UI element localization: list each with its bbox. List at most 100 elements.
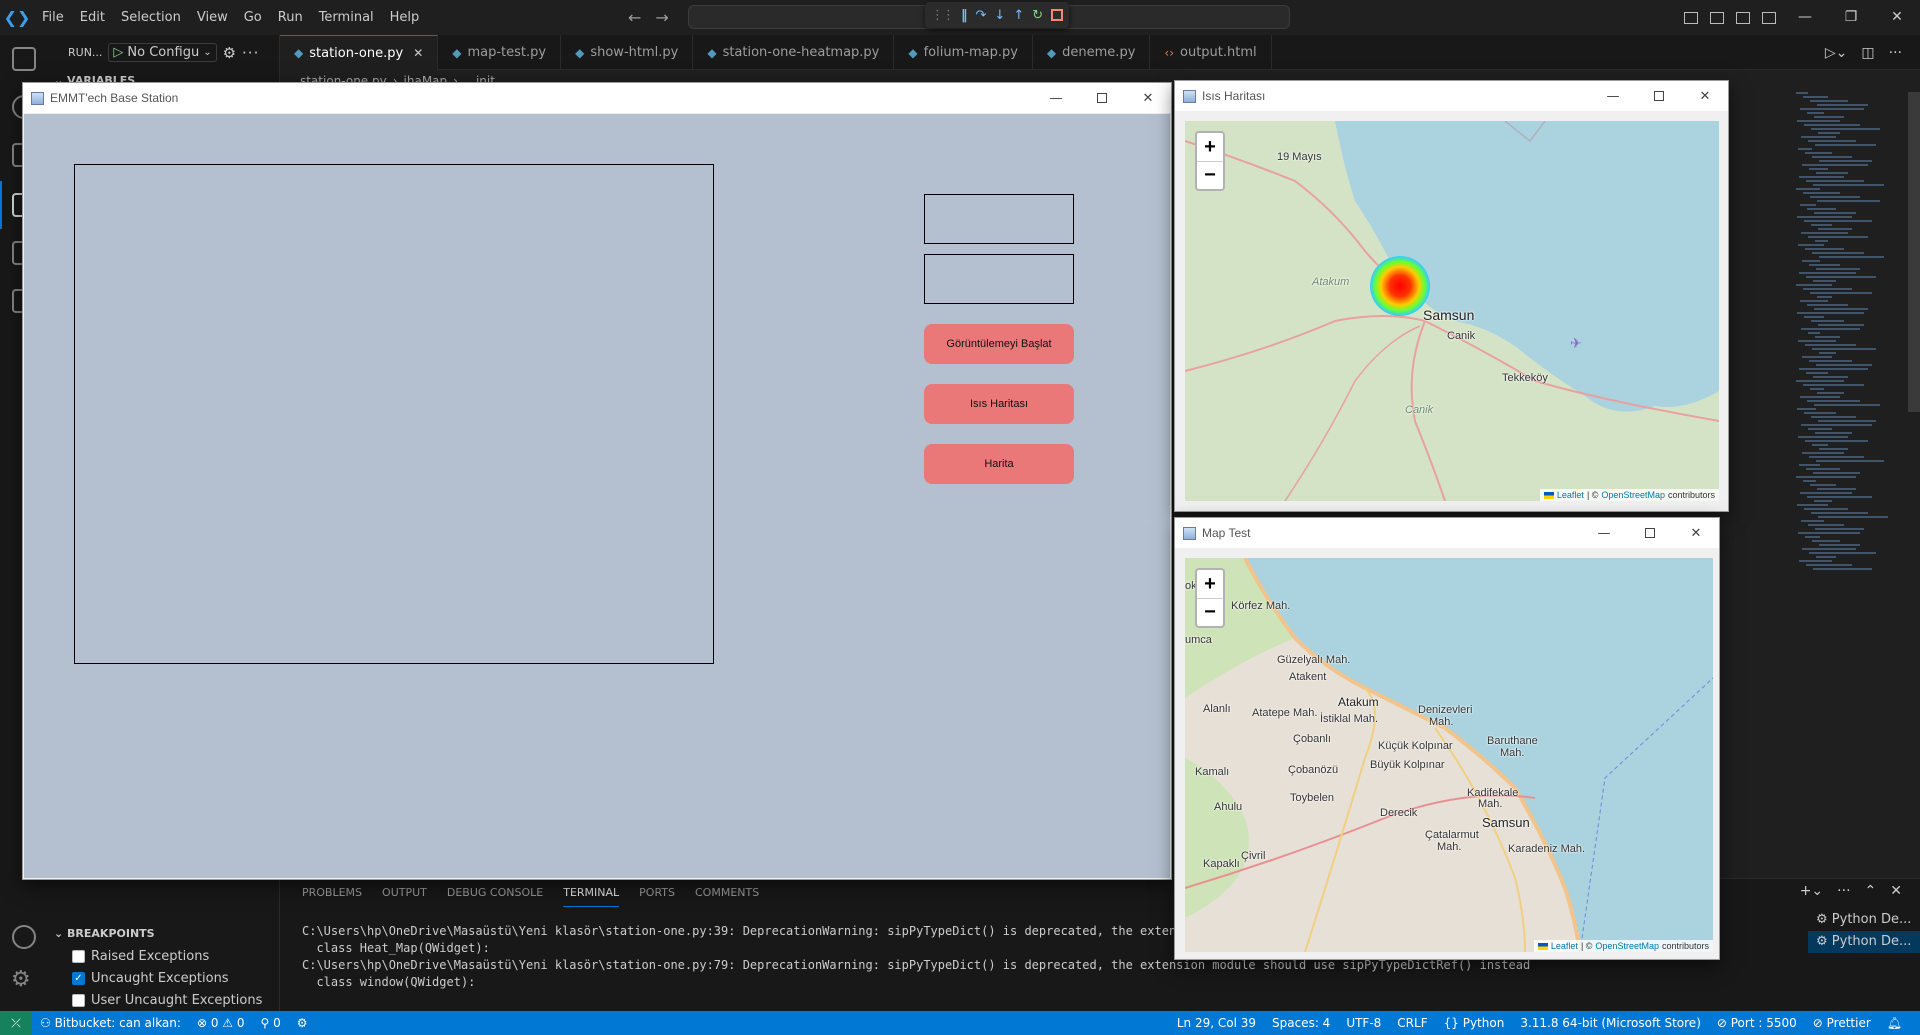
maximize-icon[interactable] — [1627, 518, 1673, 548]
tab-output[interactable]: OUTPUT — [382, 879, 427, 907]
window-titlebar[interactable]: EMMT'ech Base Station — ✕ — [23, 83, 1171, 113]
input-field-1[interactable] — [924, 194, 1074, 244]
tab-problems[interactable]: PROBLEMS — [302, 879, 362, 907]
settings-gear-icon[interactable]: ⚙ — [11, 968, 31, 992]
tab-ports[interactable]: PORTS — [639, 879, 675, 907]
menu-view[interactable]: View — [189, 0, 236, 35]
split-editor-icon[interactable]: ◫ — [1861, 45, 1874, 61]
close-icon[interactable]: ✕ — [1673, 518, 1719, 548]
osm-link[interactable]: OpenStreetMap — [1601, 490, 1665, 500]
minimap[interactable] — [1790, 92, 1900, 592]
explorer-icon[interactable] — [12, 47, 36, 71]
indentation[interactable]: Spaces: 4 — [1264, 1016, 1338, 1030]
tab-comments[interactable]: COMMENTS — [695, 879, 759, 907]
heatmap-map[interactable]: 19 Mayıs Atakum Samsun Canik Tekkeköy Ca… — [1185, 121, 1719, 501]
live-server-port[interactable]: ⊘ Port : 5500 — [1709, 1016, 1805, 1030]
menu-run[interactable]: Run — [270, 0, 311, 35]
menu-help[interactable]: Help — [382, 0, 428, 35]
drag-grip-icon[interactable]: ⋮⋮ — [931, 8, 955, 23]
minimize-icon[interactable]: — — [1782, 0, 1828, 35]
language-mode[interactable]: {} Python — [1436, 1016, 1513, 1030]
editor-scrollbar[interactable] — [1908, 92, 1920, 412]
more-actions-icon[interactable]: ··· — [242, 44, 259, 62]
leaflet-link[interactable]: Leaflet — [1551, 941, 1578, 951]
encoding[interactable]: UTF-8 — [1338, 1016, 1389, 1030]
maximize-icon[interactable] — [1636, 81, 1682, 111]
zoom-out-button[interactable]: − — [1197, 598, 1223, 626]
stop-icon[interactable] — [1051, 9, 1064, 21]
python-interpreter[interactable]: 3.11.8 64-bit (Microsoft Store) — [1512, 1016, 1709, 1030]
breakpoints-section-header[interactable]: ⌄ BREAKPOINTS — [48, 923, 280, 945]
more-actions-icon[interactable]: ··· — [1837, 883, 1850, 899]
tab-debug-console[interactable]: DEBUG CONSOLE — [447, 879, 543, 907]
close-icon[interactable]: ✕ — [1125, 83, 1171, 113]
debug-status-icon[interactable]: ⚙ — [289, 1016, 316, 1030]
terminal-instance[interactable]: ⚙ Python De... — [1808, 931, 1920, 953]
problems-status[interactable]: ⊗ 0 ⚠ 0 — [189, 1016, 253, 1030]
start-imaging-button[interactable]: Görüntülemeyi Başlat — [924, 324, 1074, 364]
minimize-icon[interactable]: — — [1581, 518, 1627, 548]
restore-icon[interactable]: ❐ — [1828, 0, 1874, 35]
maximize-panel-icon[interactable]: ⌃ — [1865, 883, 1877, 899]
cursor-position[interactable]: Ln 29, Col 39 — [1169, 1016, 1264, 1030]
menu-terminal[interactable]: Terminal — [311, 0, 382, 35]
zoom-in-button[interactable]: + — [1197, 133, 1223, 161]
notifications-bell-icon[interactable]: 🔔︎ — [1879, 1016, 1910, 1030]
tab-station-one[interactable]: ◆ station-one.py ✕ — [280, 35, 439, 70]
pause-icon[interactable]: ‖ — [961, 8, 968, 23]
terminal-instance[interactable]: ⚙ Python De... — [1808, 909, 1920, 931]
tab-show-html[interactable]: ◆ show-html.py — [561, 35, 694, 70]
toggle-secondary-sidebar-icon[interactable] — [1736, 11, 1750, 24]
input-field-2[interactable] — [924, 254, 1074, 304]
tab-folium-map[interactable]: ◆ folium-map.py — [894, 35, 1033, 70]
breakpoint-row[interactable]: ✓ Uncaught Exceptions — [48, 967, 280, 989]
step-out-icon[interactable]: ↑ — [1013, 8, 1024, 23]
close-icon[interactable]: ✕ — [1682, 81, 1728, 111]
ports-status[interactable]: ⚲ 0 — [253, 1016, 289, 1030]
zoom-in-button[interactable]: + — [1197, 570, 1223, 598]
more-actions-icon[interactable]: ··· — [1889, 45, 1902, 61]
minimize-icon[interactable]: — — [1590, 81, 1636, 111]
map-test-map[interactable]: Körfez Mah. umca ok Güzelyalı Mah. Atake… — [1185, 558, 1713, 952]
forward-arrow-icon[interactable]: → — [655, 8, 668, 27]
close-tab-icon[interactable]: ✕ — [413, 46, 423, 60]
play-icon[interactable]: ▷ — [113, 45, 123, 60]
osm-link[interactable]: OpenStreetMap — [1595, 941, 1659, 951]
maximize-icon[interactable] — [1079, 83, 1125, 113]
step-over-icon[interactable]: ↷ — [976, 8, 987, 23]
restart-icon[interactable]: ↻ — [1032, 8, 1043, 23]
account-icon[interactable] — [12, 925, 36, 949]
tab-map-test[interactable]: ◆ map-test.py — [438, 35, 562, 70]
run-file-icon[interactable]: ▷⌄ — [1825, 45, 1848, 61]
breakpoint-row[interactable]: User Uncaught Exceptions — [48, 989, 280, 1011]
menu-file[interactable]: File — [34, 0, 72, 35]
tab-deneme[interactable]: ◆ deneme.py — [1033, 35, 1151, 70]
bitbucket-status[interactable]: ⚇ Bitbucket: can alkan: — [32, 1016, 189, 1030]
back-arrow-icon[interactable]: ← — [628, 8, 641, 27]
heatmap-button[interactable]: Isıs Haritası — [924, 384, 1074, 424]
breakpoint-row[interactable]: Raised Exceptions — [48, 945, 280, 967]
menu-edit[interactable]: Edit — [72, 0, 113, 35]
toggle-panel-icon[interactable] — [1710, 11, 1724, 24]
minimize-icon[interactable]: — — [1033, 83, 1079, 113]
leaflet-link[interactable]: Leaflet — [1557, 490, 1584, 500]
toggle-sidebar-icon[interactable] — [1684, 11, 1698, 24]
end-of-line[interactable]: CRLF — [1389, 1016, 1435, 1030]
tab-terminal[interactable]: TERMINAL — [563, 879, 620, 907]
menu-go[interactable]: Go — [236, 0, 270, 35]
window-titlebar[interactable]: Isıs Haritası — ✕ — [1175, 81, 1728, 111]
menu-selection[interactable]: Selection — [113, 0, 189, 35]
map-button[interactable]: Harita — [924, 444, 1074, 484]
checkbox-raised-exceptions[interactable] — [72, 949, 85, 963]
checkbox-user-uncaught-exceptions[interactable] — [72, 993, 85, 1007]
close-panel-icon[interactable]: ✕ — [1890, 883, 1902, 899]
window-titlebar[interactable]: Map Test — ✕ — [1175, 518, 1719, 548]
customize-layout-icon[interactable] — [1762, 11, 1776, 24]
prettier-status[interactable]: ⊘ Prettier — [1805, 1016, 1879, 1030]
checkbox-uncaught-exceptions[interactable]: ✓ — [72, 971, 85, 985]
new-terminal-icon[interactable]: +⌄ — [1800, 883, 1823, 899]
launch-config-dropdown[interactable]: ▷ No Configu ⌄ — [108, 43, 217, 62]
gear-icon[interactable]: ⚙ — [223, 44, 236, 62]
tab-output-html[interactable]: ‹› output.html — [1150, 35, 1272, 70]
remote-icon[interactable]: ⤫ — [0, 1011, 32, 1035]
